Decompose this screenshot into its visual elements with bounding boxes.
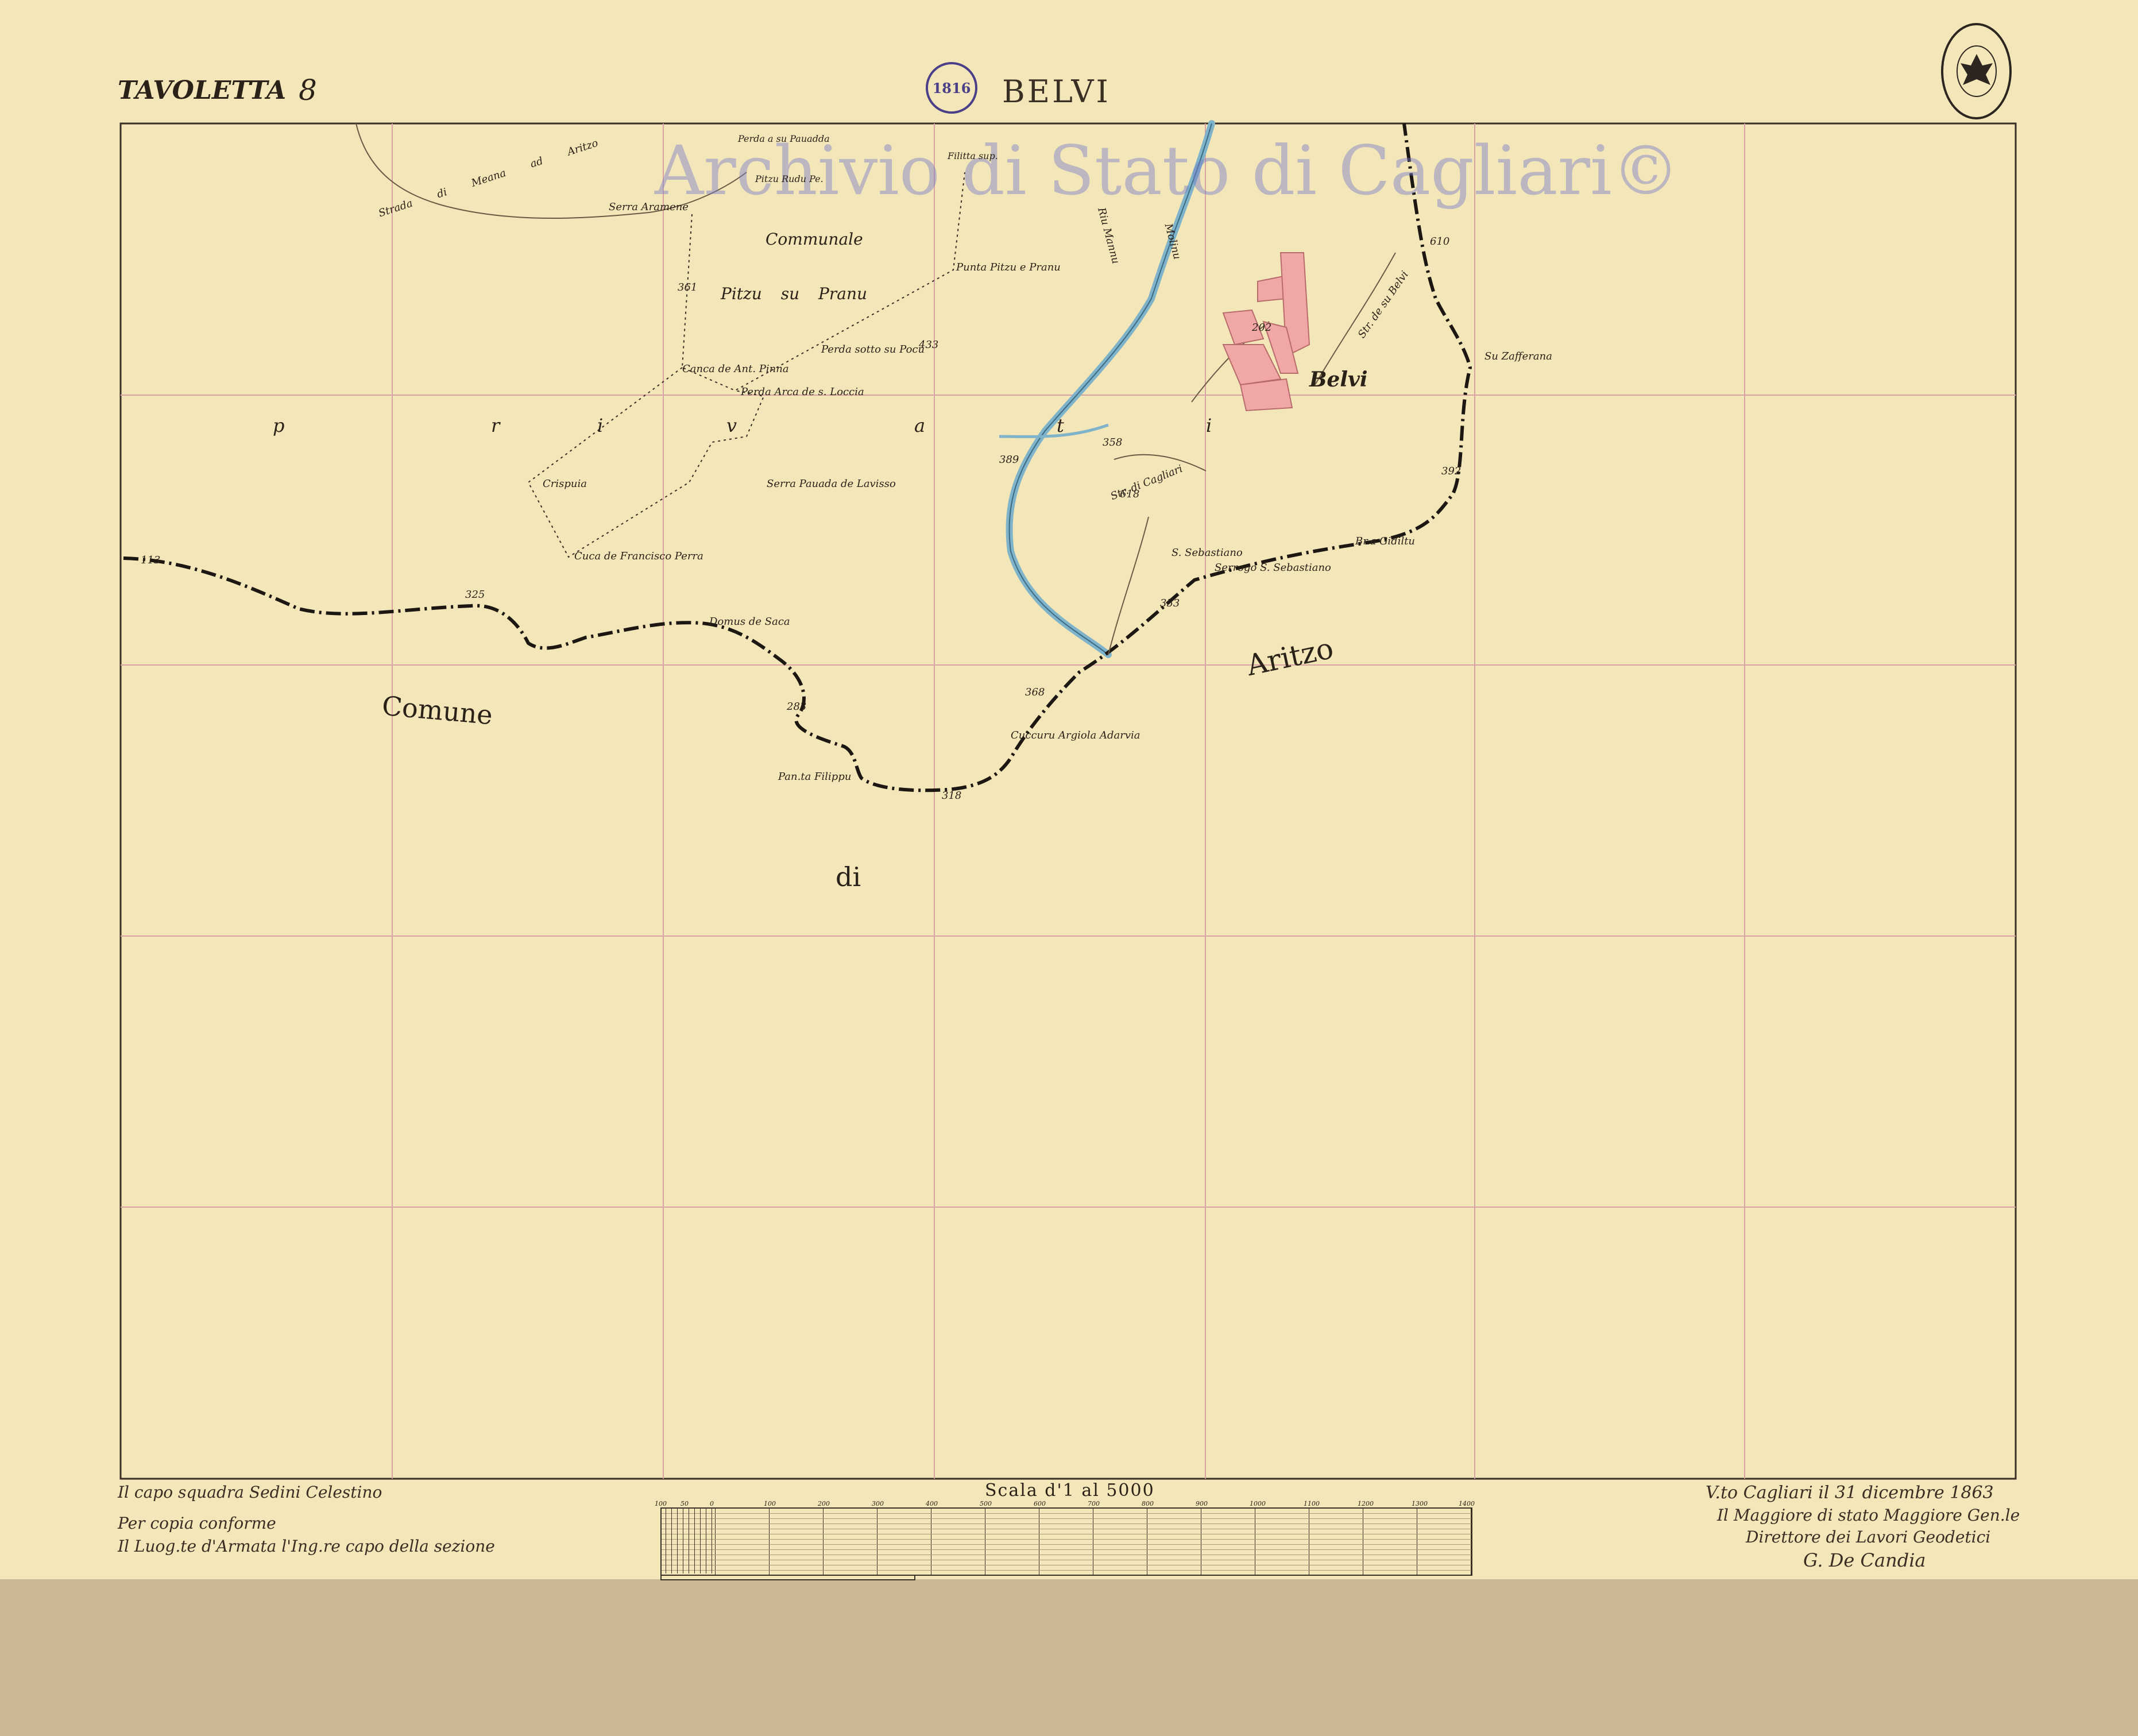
archive-stamp-number: 1816 <box>932 79 971 96</box>
scale-tick: 1000 <box>1250 1500 1266 1507</box>
label-perda-arca: Perda Arca de s. Loccia <box>741 386 864 398</box>
tributary <box>999 423 1109 438</box>
signature-left-2: Per copia conforme <box>118 1514 276 1533</box>
elevation-number: 202 <box>1252 322 1272 334</box>
sheet-title: TAVOLETTA <box>118 76 287 105</box>
scale-tick: 700 <box>1088 1500 1100 1507</box>
scale-tick: 400 <box>926 1500 938 1507</box>
label-cuca: Cuca de Francisco Perra <box>574 550 703 562</box>
map-grid <box>121 123 2016 1479</box>
scale-tick: 0 <box>710 1500 714 1507</box>
label-cuccuru: Cuccuru Argiola Adarvia <box>1011 729 1140 741</box>
scale-tick: 600 <box>1034 1500 1046 1507</box>
label-privati-3: i <box>597 415 604 436</box>
map-drawing <box>119 120 2017 1480</box>
label-privati-4: v <box>726 415 737 436</box>
label-belvi-town: Belvi <box>1309 368 1368 392</box>
signature-right-3: Direttore dei Lavori Geodetici <box>1746 1528 1991 1546</box>
label-di: di <box>836 861 861 892</box>
scale-tick: 1400 <box>1459 1500 1475 1507</box>
scale-tick: 300 <box>872 1500 884 1507</box>
label-privati-6: t <box>1057 415 1064 436</box>
elevation-number: 392 <box>1441 465 1462 477</box>
elevation-number: 283 <box>787 701 807 713</box>
label-perda-sotto: Perda sotto su Pocu <box>821 343 925 355</box>
scale-bar <box>660 1507 1472 1576</box>
scale-tick: 800 <box>1142 1500 1154 1507</box>
label-privati-1: p <box>273 415 285 436</box>
scale-ticks: 100 50 0 100 200 300 400 500 600 700 800… <box>655 1500 1482 1508</box>
label-filitta: Filitta sup. <box>948 150 998 161</box>
elevation-number: 389 <box>999 454 1019 466</box>
elevation-number: 353 <box>1160 597 1180 609</box>
scale-bar-bottom <box>660 1575 915 1580</box>
scale-tick: 50 <box>681 1500 689 1507</box>
label-pitzu-su-pranu: Pitzu su Pranu <box>721 284 868 303</box>
label-perda-mezo: Perda a su Pauadda <box>738 133 830 144</box>
elevation-number: 113 <box>141 554 161 566</box>
road-cagliari <box>1114 454 1207 471</box>
scale-tick: 100 <box>655 1500 667 1507</box>
label-crispuia: Crispuia <box>543 478 587 490</box>
elevation-number: 433 <box>919 339 939 351</box>
label-gidiltu: Br.a Gidiltu <box>1355 535 1416 547</box>
label-pitzu-ruju: Pitzu Rudu Pe. <box>755 173 824 184</box>
eagle-icon <box>1956 45 1997 97</box>
archive-stamp: 1816 <box>926 62 977 114</box>
road-cagliari-south <box>1108 516 1149 655</box>
elevation-number: 318 <box>942 790 962 802</box>
signature-left-1: Il capo squadra Sedini Celestino <box>118 1483 382 1502</box>
scale-tick: 1100 <box>1304 1500 1320 1507</box>
signature-right-4: G. De Candia <box>1803 1549 1926 1571</box>
label-pan-filippu: Pan.ta Filippu <box>778 771 852 783</box>
municipal-boundary <box>123 123 1472 792</box>
scale-tick: 1200 <box>1358 1500 1374 1507</box>
elevation-number: 368 <box>1025 686 1045 698</box>
map-sheet: Archivio di Stato di Cagliari© TAVOLETTA… <box>0 0 2138 1580</box>
scale-tick: 200 <box>818 1500 830 1507</box>
signature-right-1: V.to Cagliari il 31 dicembre 1863 <box>1706 1483 1994 1503</box>
scale-tick: 900 <box>1196 1500 1208 1507</box>
elevation-number: 325 <box>465 589 485 601</box>
scale-tick: 500 <box>980 1500 992 1507</box>
label-serra-pauada: Serra Pauada de Lavisso <box>767 478 896 490</box>
label-punta-pitzu: Punta Pitzu e Pranu <box>956 261 1061 273</box>
label-su-zafferana: Su Zafferana <box>1484 350 1552 362</box>
label-canca: Canca de Ant. Pinna <box>682 363 789 375</box>
elevation-number: 361 <box>678 281 698 293</box>
label-domus-saca: Domus de Saca <box>709 616 790 628</box>
label-privati-5: a <box>914 415 926 436</box>
label-privati-7: i <box>1206 415 1212 436</box>
label-serra-aramene: Serra Aramene <box>609 201 689 213</box>
signature-left-3: Il Luog.te d'Armata l'Ing.re capo della … <box>118 1537 495 1556</box>
elevation-number: 610 <box>1430 235 1450 248</box>
label-communale: Communale <box>765 230 863 249</box>
label-s-sebastiano: S. Sebastiano <box>1172 547 1243 559</box>
map-frame <box>119 122 2017 1480</box>
scale-bar-left-part <box>660 1507 714 1573</box>
label-serrogo: Serrogo S. Sebastiano <box>1215 562 1331 574</box>
elevation-number: 618 <box>1120 488 1140 500</box>
label-privati-2: r <box>491 415 500 436</box>
scale-tick: 1300 <box>1412 1500 1428 1507</box>
sheet-number: 8 <box>299 74 317 107</box>
signature-right-2: Il Maggiore di stato Maggiore Gen.le <box>1717 1506 2020 1525</box>
place-title: BELVI <box>1002 74 1111 110</box>
elevation-number: 358 <box>1103 436 1123 449</box>
scale-title: Scala d'1 al 5000 <box>985 1480 1155 1501</box>
archive-seal-icon <box>1941 23 2012 119</box>
road-ne <box>1314 252 1396 385</box>
scale-tick: 100 <box>764 1500 776 1507</box>
